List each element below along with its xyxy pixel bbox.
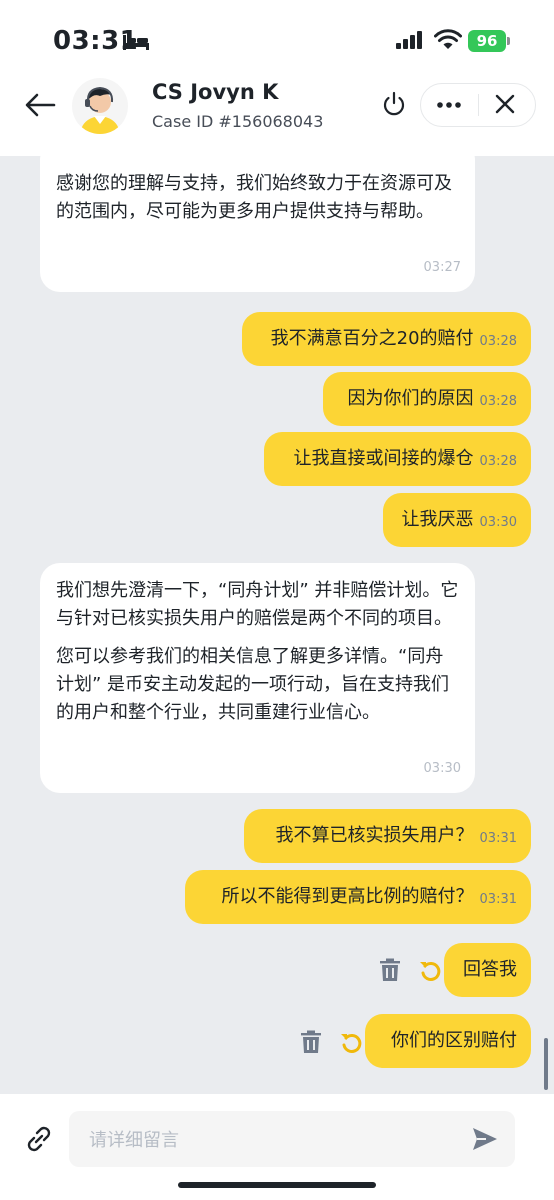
scrollbar[interactable] bbox=[544, 1038, 548, 1090]
message-time: 03:28 bbox=[479, 454, 517, 469]
user-message: 我不满意百分之20的赔付 03:28 bbox=[242, 312, 531, 366]
avatar bbox=[72, 78, 128, 134]
status-bar: 03:31 96 bbox=[0, 0, 554, 70]
link-icon[interactable] bbox=[22, 1122, 56, 1156]
input-placeholder: 请详细留言 bbox=[89, 1130, 179, 1151]
agent-avatar-icon bbox=[80, 86, 120, 134]
send-icon[interactable] bbox=[470, 1125, 500, 1153]
home-indicator bbox=[178, 1182, 376, 1188]
agent-message: 我们想先澄清一下，“同舟计划” 并非赔偿计划。它与针对已核实损失用户的赔偿是两个… bbox=[40, 563, 475, 793]
message-text: 我不满意百分之20的赔付 bbox=[270, 328, 474, 349]
wifi-icon bbox=[434, 29, 462, 49]
chat-messages[interactable]: 感谢您的理解与支持，我们始终致力于在资源可及的范围内，尽可能为更多用户提供支持与… bbox=[0, 156, 554, 1094]
message-text: 让我直接或间接的爆仓 bbox=[293, 448, 474, 469]
message-text: 我们想先澄清一下，“同舟计划” 并非赔偿计划。它与针对已核实损失用户的赔偿是两个… bbox=[56, 580, 459, 629]
pill-divider bbox=[478, 94, 479, 116]
message-text: 回答我 bbox=[463, 959, 517, 980]
case-id: Case ID #156068043 bbox=[152, 112, 324, 131]
back-arrow-icon[interactable] bbox=[20, 88, 60, 122]
message-input[interactable]: 请详细留言 bbox=[69, 1111, 515, 1167]
message-time: 03:28 bbox=[479, 334, 517, 349]
user-message: 我不算已核实损失用户？ 03:31 bbox=[244, 809, 531, 863]
message-time: 03:30 bbox=[479, 515, 517, 530]
user-message-failed: 回答我 bbox=[444, 943, 531, 997]
trash-icon[interactable] bbox=[377, 957, 403, 983]
message-text: 让我厌恶 bbox=[401, 509, 474, 530]
message-time: 03:31 bbox=[479, 831, 517, 846]
message-text: 我不算已核实损失用户？ bbox=[275, 825, 474, 846]
trash-icon[interactable] bbox=[298, 1029, 324, 1055]
more-icon[interactable] bbox=[429, 92, 469, 118]
user-message: 因为你们的原因 03:28 bbox=[323, 372, 531, 426]
bed-icon bbox=[123, 35, 149, 50]
message-time: 03:31 bbox=[479, 892, 517, 907]
header-actions-pill bbox=[420, 83, 536, 127]
message-time: 03:27 bbox=[423, 260, 461, 275]
agent-name: CS Jovyn K bbox=[152, 80, 279, 104]
close-icon[interactable] bbox=[491, 92, 519, 118]
battery-indicator: 96 bbox=[468, 30, 506, 52]
message-time: 03:28 bbox=[479, 394, 517, 409]
user-message: 让我直接或间接的爆仓 03:28 bbox=[264, 432, 531, 486]
message-composer: 请详细留言 bbox=[0, 1094, 554, 1200]
agent-message: 感谢您的理解与支持，我们始终致力于在资源可及的范围内，尽可能为更多用户提供支持与… bbox=[40, 156, 475, 292]
message-time: 03:30 bbox=[423, 761, 461, 776]
user-message: 所以不能得到更高比例的赔付？ 03:31 bbox=[185, 870, 531, 924]
signal-icon bbox=[396, 31, 422, 49]
battery-tip bbox=[507, 37, 510, 45]
message-text: 您可以参考我们的相关信息了解更多详情。“同舟计划” 是币安主动发起的一项行动，旨… bbox=[56, 646, 450, 723]
chat-header: CS Jovyn K Case ID #156068043 bbox=[0, 70, 554, 156]
message-text: 所以不能得到更高比例的赔付？ bbox=[221, 886, 474, 907]
retry-icon[interactable] bbox=[417, 957, 443, 983]
message-text: 因为你们的原因 bbox=[347, 388, 474, 409]
message-text: 感谢您的理解与支持，我们始终致力于在资源可及的范围内，尽可能为更多用户提供支持与… bbox=[56, 173, 452, 222]
user-message: 让我厌恶 03:30 bbox=[383, 493, 531, 547]
power-icon[interactable] bbox=[380, 90, 408, 120]
retry-icon[interactable] bbox=[338, 1029, 364, 1055]
user-message-failed: 你们的区别赔付 bbox=[365, 1014, 531, 1068]
message-text: 你们的区别赔付 bbox=[391, 1030, 517, 1051]
